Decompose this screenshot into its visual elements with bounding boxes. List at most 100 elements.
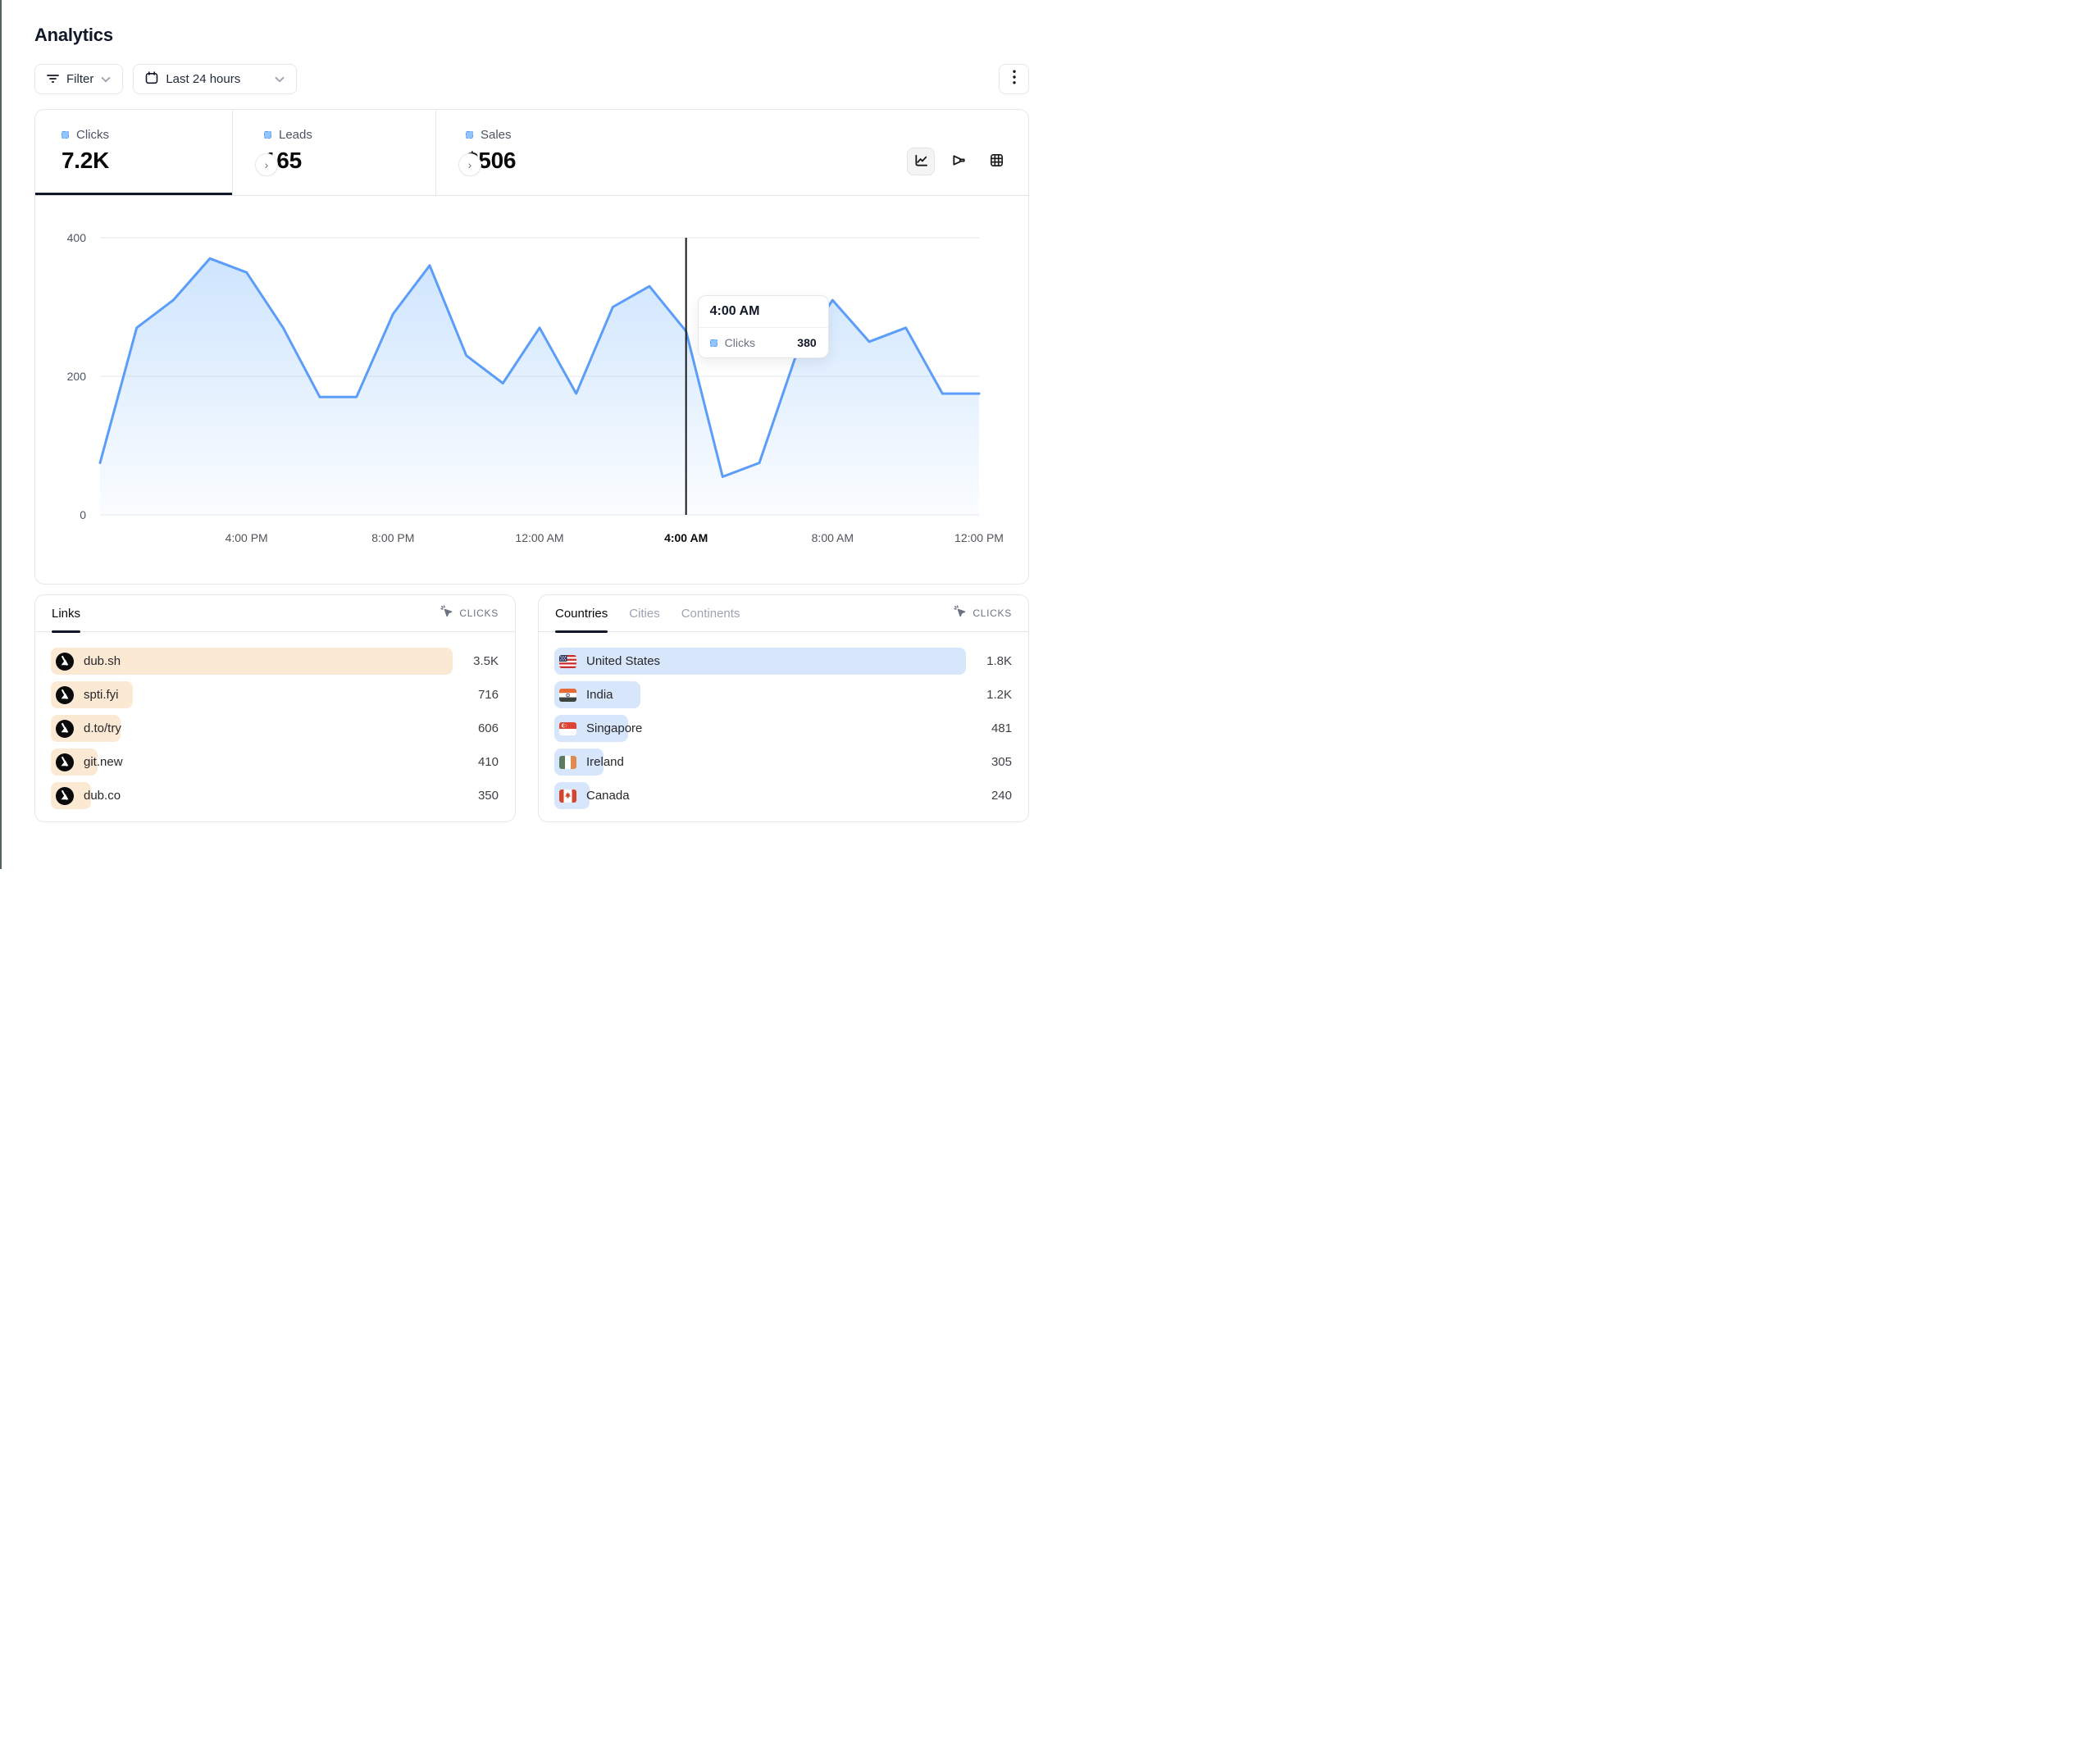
- links-metric-selector[interactable]: CLICKS: [440, 605, 499, 622]
- row-value: 3.5K: [453, 654, 499, 668]
- row-label: spti.fyi: [84, 688, 119, 702]
- metric-label: CLICKS: [973, 607, 1012, 619]
- countries-panel-header: Countries Cities Continents CLICKS: [539, 595, 1028, 632]
- tooltip-time: 4:00 AM: [699, 296, 828, 328]
- row-value: 305: [966, 755, 1012, 769]
- y-axis-tick: 0: [53, 508, 86, 521]
- list-item[interactable]: d.to/try 606: [51, 715, 499, 742]
- chevron-down-icon: [275, 72, 285, 86]
- dub-logo-icon: [56, 787, 74, 805]
- x-axis-tick: 4:00 PM: [225, 531, 268, 544]
- row-label: Ireland: [586, 755, 624, 769]
- row-value: 1.8K: [966, 654, 1012, 668]
- row-label: United States: [586, 654, 660, 668]
- kebab-menu-icon: [1013, 70, 1016, 89]
- row-value: 481: [966, 721, 1012, 735]
- cursor-click-icon: [954, 605, 967, 622]
- funnel-icon: [951, 152, 967, 171]
- x-axis-tick: 12:00 PM: [954, 531, 1004, 544]
- x-axis-tick: 12:00 AM: [515, 531, 563, 544]
- date-range-button[interactable]: Last 24 hours: [133, 64, 297, 94]
- chevron-down-icon: [101, 72, 111, 86]
- row-label: Canada: [586, 789, 630, 803]
- chart-area: [100, 258, 979, 515]
- tooltip-series-label: Clicks: [725, 336, 755, 349]
- countries-panel: Countries Cities Continents CLICKS: [538, 594, 1029, 822]
- tab-continents[interactable]: Continents: [681, 595, 740, 632]
- stat-value: 165: [264, 148, 435, 174]
- list-item[interactable]: dub.co 350: [51, 782, 499, 809]
- page-title: Analytics: [34, 25, 1029, 46]
- grid-table-icon: [989, 152, 1004, 171]
- us-flag-icon: [559, 655, 576, 668]
- filter-button-label: Filter: [66, 72, 93, 86]
- filter-button[interactable]: Filter: [34, 64, 123, 94]
- dub-logo-icon: [56, 720, 74, 738]
- clicks-series-chip: [61, 131, 69, 139]
- metric-label: CLICKS: [459, 607, 499, 619]
- stat-label: Sales: [481, 128, 512, 142]
- toolbar: Filter Last 24 hours: [34, 64, 1029, 94]
- line-chart-icon: [913, 152, 929, 171]
- x-axis-tick: 4:00 AM: [664, 531, 708, 544]
- stats-header: Clicks 7.2K Leads 165 Sales $506: [35, 110, 1028, 196]
- list-item[interactable]: United States 1.8K: [554, 648, 1012, 675]
- chart-plot-area[interactable]: [100, 238, 979, 515]
- filter-lines-icon: [47, 72, 59, 87]
- row-label: git.new: [84, 755, 123, 769]
- date-range-label: Last 24 hours: [166, 72, 240, 86]
- row-value: 350: [453, 789, 499, 803]
- row-value: 240: [966, 789, 1012, 803]
- in-flag-icon: [559, 689, 576, 702]
- list-item[interactable]: dub.sh 3.5K: [51, 648, 499, 675]
- sg-flag-icon: [559, 722, 576, 735]
- line-chart-view-button[interactable]: [907, 148, 935, 175]
- row-label: dub.sh: [84, 654, 121, 668]
- list-item[interactable]: Ireland 305: [554, 748, 1012, 776]
- row-value: 716: [453, 688, 499, 702]
- stat-tab-clicks[interactable]: Clicks 7.2K: [35, 110, 232, 195]
- links-panel-header: Links CLICKS: [35, 595, 515, 632]
- row-label: d.to/try: [84, 721, 121, 735]
- dub-logo-icon: [56, 686, 74, 704]
- ca-flag-icon: [559, 789, 576, 803]
- stat-label: Clicks: [76, 128, 109, 142]
- list-item[interactable]: Canada 240: [554, 782, 1012, 809]
- row-value: 1.2K: [966, 688, 1012, 702]
- stat-expand-chevron[interactable]: ›: [255, 153, 278, 176]
- y-axis-tick: 200: [53, 370, 86, 383]
- stat-value: 7.2K: [61, 148, 232, 174]
- page-left-accent-strip: [0, 0, 2, 869]
- list-item[interactable]: git.new 410: [51, 748, 499, 776]
- stat-tab-sales[interactable]: Sales $506: [435, 110, 1028, 195]
- leads-series-chip: [264, 131, 271, 139]
- table-view-button[interactable]: [982, 148, 1010, 175]
- row-label: Singapore: [586, 721, 642, 735]
- y-axis-tick: 400: [53, 231, 86, 244]
- tab-cities[interactable]: Cities: [629, 595, 660, 632]
- row-label: dub.co: [84, 789, 121, 803]
- row-value: 410: [453, 755, 499, 769]
- dub-logo-icon: [56, 753, 74, 771]
- ie-flag-icon: [559, 756, 576, 769]
- calendar-icon: [145, 71, 158, 88]
- clicks-timeseries-chart[interactable]: 0 200 400 4:00 PM8:00 PM12: [35, 196, 1028, 584]
- list-item[interactable]: India 1.2K: [554, 681, 1012, 708]
- list-item[interactable]: spti.fyi 716: [51, 681, 499, 708]
- sales-series-chip: [466, 131, 473, 139]
- stat-expand-chevron[interactable]: ›: [458, 153, 481, 176]
- list-item[interactable]: Singapore 481: [554, 715, 1012, 742]
- row-label: India: [586, 688, 613, 702]
- funnel-view-button[interactable]: [945, 148, 973, 175]
- chart-tooltip: 4:00 AM Clicks 380: [698, 295, 829, 358]
- chart-view-toggles: [907, 148, 1010, 175]
- x-axis-tick: 8:00 PM: [371, 531, 414, 544]
- tab-countries[interactable]: Countries: [555, 595, 608, 632]
- stat-tab-leads[interactable]: Leads 165: [232, 110, 435, 195]
- more-options-button[interactable]: [999, 64, 1029, 94]
- analytics-chart-card: Clicks 7.2K Leads 165 Sales $506: [34, 109, 1029, 585]
- tab-links[interactable]: Links: [52, 595, 80, 632]
- countries-list: United States 1.8K India 1.2K Singapore …: [539, 632, 1028, 809]
- countries-metric-selector[interactable]: CLICKS: [954, 605, 1012, 622]
- analytics-page: Analytics Filter Last 24 hours: [0, 0, 1050, 822]
